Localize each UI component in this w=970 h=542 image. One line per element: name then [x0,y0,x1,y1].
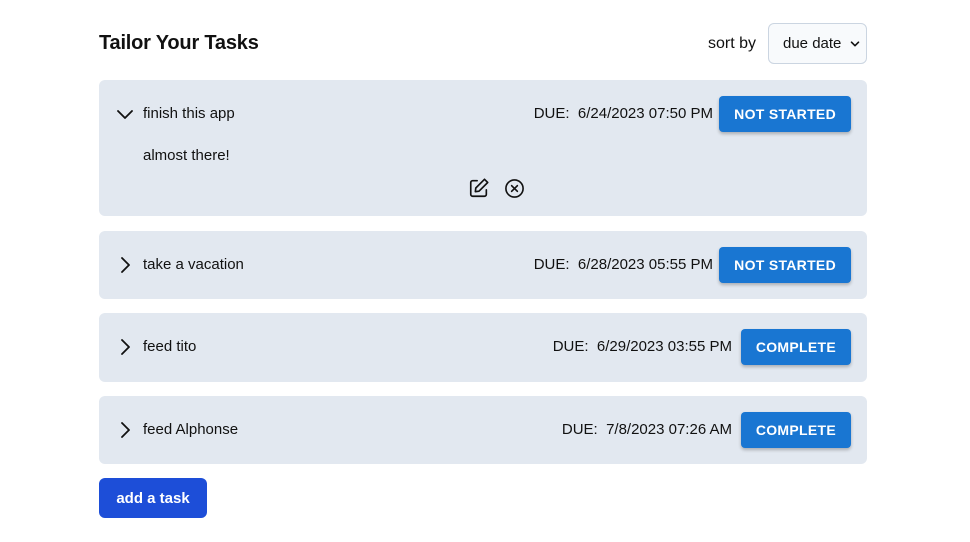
sort-label: sort by [707,35,756,52]
task-card: take a vacation DUE: 6/28/2023 05:55 PM … [99,231,867,299]
status-button[interactable]: NOT STARTED [719,96,851,132]
due-label: DUE: [552,338,589,355]
add-task-button[interactable]: add a task [99,478,207,518]
task-title: finish this app [143,105,235,122]
task-header[interactable]: feed tito DUE: 6/29/2023 03:55 PM COMPLE… [99,313,867,381]
sort-select-value: due date [783,35,842,52]
task-due: DUE: 7/8/2023 07:26 AM [562,421,732,438]
task-card: feed tito DUE: 6/29/2023 03:55 PM COMPLE… [99,313,867,382]
chevron-right-icon[interactable] [116,421,134,439]
close-circle-icon[interactable] [504,178,525,199]
task-due: DUE: 6/29/2023 03:55 PM [553,338,732,355]
header: Tailor Your Tasks sort by due date [99,0,867,80]
status-button[interactable]: COMPLETE [740,412,851,448]
due-date: 7/8/2023 07:26 AM [606,421,732,438]
task-description: almost there! [143,147,230,164]
task-header[interactable]: take a vacation DUE: 6/28/2023 05:55 PM … [99,231,867,299]
task-header[interactable]: feed Alphonse DUE: 7/8/2023 07:26 AM COM… [99,396,867,464]
task-due: DUE: 6/24/2023 07:50 PM [534,105,713,122]
task-title: take a vacation [143,256,244,273]
task-app: Tailor Your Tasks sort by due date finis… [99,0,867,518]
task-card: finish this app DUE: 6/24/2023 07:50 PM … [99,80,867,216]
due-label: DUE: [533,105,570,122]
chevron-down-icon [850,40,860,46]
edit-icon[interactable] [468,177,490,199]
status-button[interactable]: COMPLETE [740,329,851,365]
due-label: DUE: [533,256,570,273]
task-title: feed tito [143,338,197,355]
page-title: Tailor Your Tasks [99,32,259,54]
chevron-down-icon[interactable] [116,105,134,123]
task-header[interactable]: finish this app DUE: 6/24/2023 07:50 PM … [99,80,867,148]
chevron-right-icon[interactable] [116,256,134,274]
task-due: DUE: 6/28/2023 05:55 PM [534,256,713,273]
status-button[interactable]: NOT STARTED [719,247,851,283]
due-date: 6/28/2023 05:55 PM [577,256,713,273]
task-card: feed Alphonse DUE: 7/8/2023 07:26 AM COM… [99,396,867,464]
due-date: 6/24/2023 07:50 PM [577,105,713,122]
due-label: DUE: [561,421,598,438]
task-title: feed Alphonse [143,421,239,438]
due-date: 6/29/2023 03:55 PM [596,338,732,355]
sort-select[interactable]: due date [768,23,867,64]
chevron-right-icon[interactable] [116,338,134,356]
